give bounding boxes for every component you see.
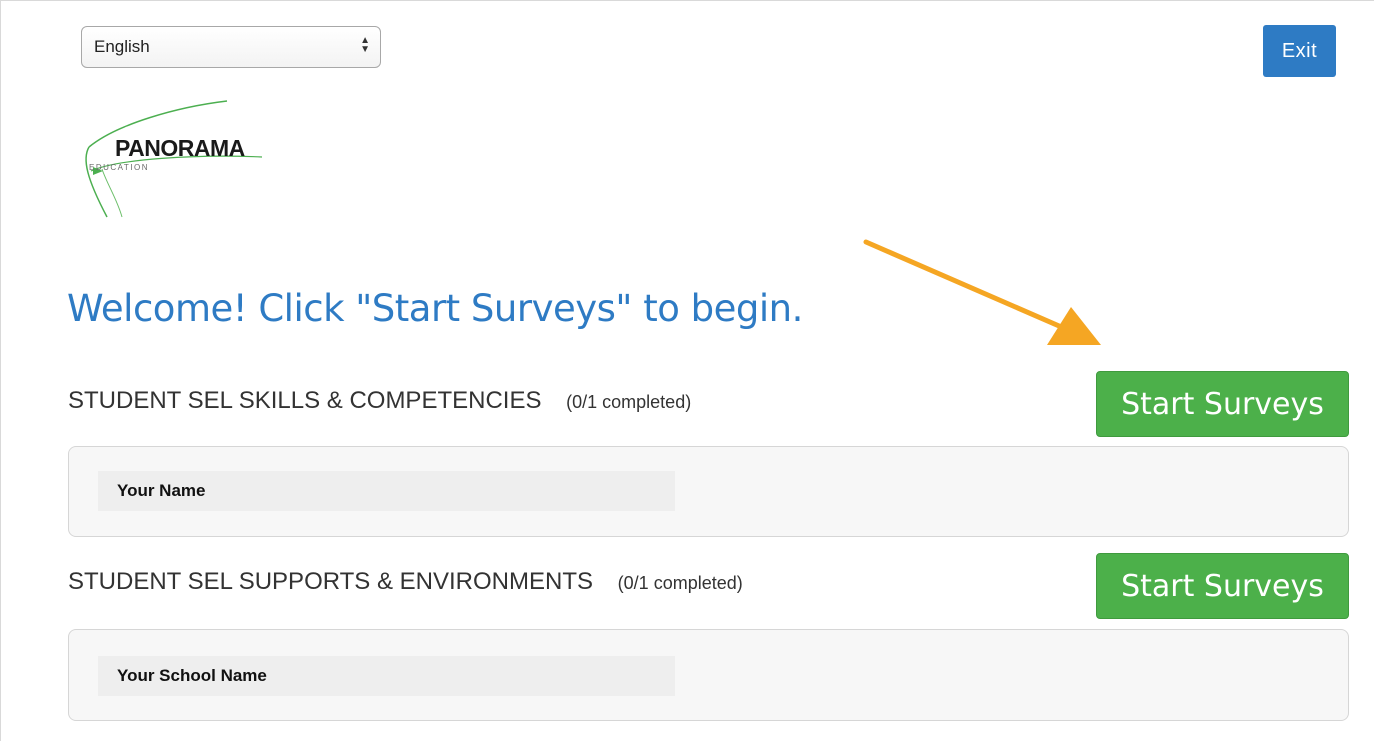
select-arrows-icon: ▲ ▼: [360, 35, 370, 55]
start-surveys-button[interactable]: Start Surveys: [1096, 371, 1349, 437]
panorama-logo: PANORAMA EDUCATION: [77, 99, 357, 224]
annotation-arrow-icon: [863, 239, 1101, 345]
completion-count: (0/1 completed): [617, 573, 743, 593]
survey-list-supports: Your School Name: [68, 629, 1349, 721]
survey-list-skills: Your Name: [68, 446, 1349, 537]
survey-item[interactable]: Your School Name: [98, 656, 675, 696]
survey-item[interactable]: Your Name: [98, 471, 675, 511]
logo-sub-text: EDUCATION: [89, 163, 150, 172]
language-select[interactable]: English ▲ ▼: [81, 26, 381, 68]
logo-brand-text: PANORAMA: [115, 135, 245, 161]
section-title-text: STUDENT SEL SUPPORTS & ENVIRONMENTS: [68, 568, 593, 595]
section-title-supports: STUDENT SEL SUPPORTS & ENVIRONMENTS (0/1…: [68, 568, 743, 596]
language-select-value: English: [94, 37, 150, 56]
completion-count: (0/1 completed): [566, 392, 692, 412]
start-surveys-button[interactable]: Start Surveys: [1096, 553, 1349, 619]
section-title-text: STUDENT SEL SKILLS & COMPETENCIES: [68, 387, 542, 414]
exit-button[interactable]: Exit: [1263, 25, 1336, 77]
welcome-heading: Welcome! Click "Start Surveys" to begin.: [67, 287, 803, 330]
section-title-skills: STUDENT SEL SKILLS & COMPETENCIES (0/1 c…: [68, 387, 691, 415]
survey-page: English ▲ ▼ Exit PANORAMA EDUCATION Welco…: [0, 0, 1374, 741]
